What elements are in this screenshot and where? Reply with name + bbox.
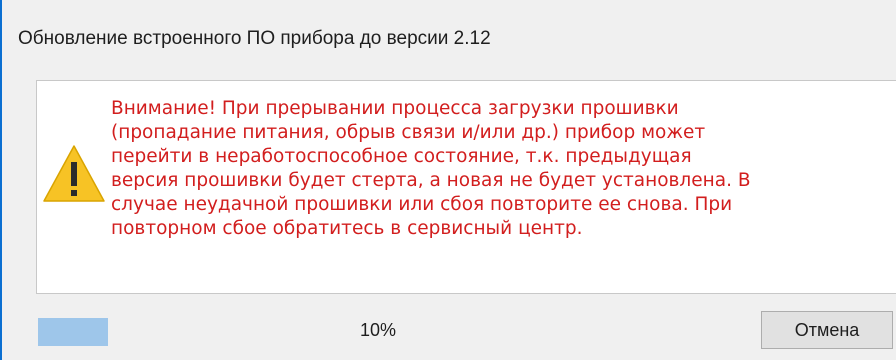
warning-triangle-icon — [43, 145, 105, 202]
window-border-accent — [0, 0, 2, 360]
progress-bar — [38, 318, 108, 346]
progress-percent: 10% — [360, 320, 397, 340]
warning-message: Внимание! При прерывании процесса загруз… — [111, 98, 751, 239]
cancel-button[interactable]: Отмена — [761, 311, 893, 349]
update-dialog: Обновление встроенного ПО прибора до вер… — [0, 0, 896, 360]
dialog-title: Обновление встроенного ПО прибора до вер… — [18, 28, 491, 49]
